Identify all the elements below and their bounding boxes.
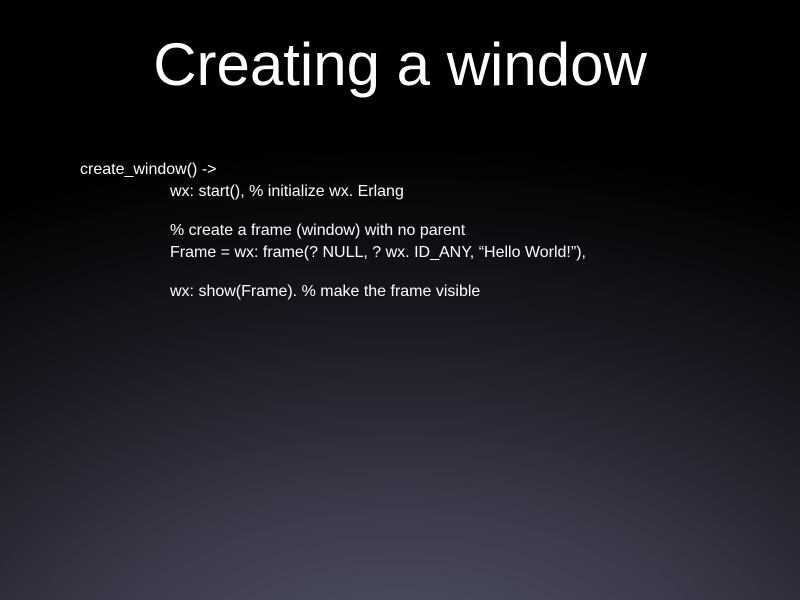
- spacer: [80, 263, 750, 281]
- code-line-5: wx: show(Frame). % make the frame visibl…: [170, 281, 750, 303]
- code-block: create_window() -> wx: start(), % initia…: [80, 159, 750, 303]
- code-line-3: % create a frame (window) with no parent: [170, 220, 750, 242]
- code-line-2: wx: start(), % initialize wx. Erlang: [170, 181, 750, 203]
- spacer: [80, 202, 750, 220]
- code-line-4: Frame = wx: frame(? NULL, ? wx. ID_ANY, …: [170, 242, 750, 264]
- code-line-1: create_window() ->: [80, 159, 750, 181]
- slide: Creating a window create_window() -> wx:…: [0, 0, 800, 600]
- slide-title: Creating a window: [50, 30, 750, 99]
